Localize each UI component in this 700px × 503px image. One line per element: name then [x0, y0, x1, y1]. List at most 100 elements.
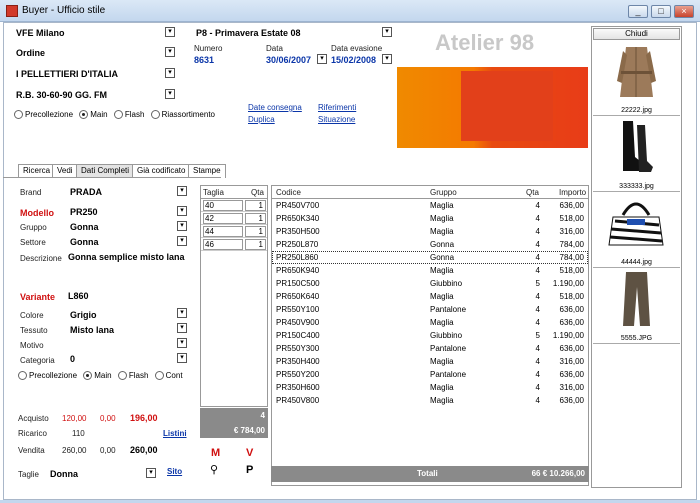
situation-link[interactable]: Situazione	[318, 115, 355, 124]
group-cell: Pantalone	[430, 344, 467, 353]
date-picker-button[interactable]: ▾	[317, 54, 327, 64]
table-row[interactable]: PR550Y300 Pantalone 4 636,00	[272, 342, 588, 355]
code-cell: PR550Y200	[276, 370, 320, 379]
close-images-button[interactable]: Chiudi	[593, 28, 680, 40]
form-radio-main[interactable]	[83, 371, 93, 381]
amount-cell: 518,00	[559, 292, 584, 301]
qty-cell: 5	[535, 279, 540, 288]
table-row[interactable]: PR250L870 Gonna 4 784,00	[272, 238, 588, 251]
tab-ricerca[interactable]: Ricerca	[18, 164, 56, 178]
qty-cell[interactable]: 1	[245, 213, 266, 224]
supplier-dropdown[interactable]: ▾	[165, 27, 175, 37]
qty-cell[interactable]: 1	[245, 239, 266, 250]
tab-vedi[interactable]: Vedi	[52, 164, 78, 178]
thumb-1[interactable]: 22222.jpg	[593, 41, 680, 116]
sector-value: Gonna	[70, 237, 99, 247]
form-radio-precollezione[interactable]	[18, 371, 27, 381]
delivery-dates-link[interactable]: Date consegna	[248, 103, 302, 112]
qty-cell: 4	[535, 357, 540, 366]
tab-dati-completi[interactable]: Dati Completi	[76, 164, 135, 178]
amount-cell: 636,00	[559, 305, 584, 314]
references-link[interactable]: Riferimenti	[318, 103, 356, 112]
price-lists-link[interactable]: Listini	[163, 429, 187, 438]
group-cell: Maglia	[430, 318, 454, 327]
group-cell: Maglia	[430, 292, 454, 301]
size-grid-row[interactable]: 46 1	[201, 238, 267, 251]
order-type-dropdown[interactable]: ▾	[165, 47, 175, 57]
form-radio-flash[interactable]	[117, 371, 127, 381]
sizes-dropdown[interactable]: ▾	[146, 468, 156, 478]
thumb-2[interactable]: 333333.jpg	[593, 117, 680, 192]
table-row[interactable]: PR550Y200 Pantalone 4 636,00	[272, 368, 588, 381]
sale-value-1: 260,00	[62, 446, 87, 455]
duplicate-link[interactable]: Duplica	[248, 115, 275, 124]
table-row[interactable]: PR150C500 Giubbino 5 1.190,00	[272, 277, 588, 290]
qty-cell[interactable]: 1	[245, 226, 266, 237]
size-grid-row[interactable]: 40 1	[201, 199, 267, 212]
minimize-button[interactable]: _	[628, 5, 648, 18]
radio-riassortimento[interactable]	[150, 110, 160, 120]
color-swatch-banner	[397, 67, 588, 148]
wand-icon[interactable]: ⚲	[210, 463, 218, 476]
category-label: Categoria	[20, 356, 55, 365]
motif-dropdown[interactable]: ▾	[177, 338, 187, 348]
table-row[interactable]: PR650K940 Maglia 4 518,00	[272, 264, 588, 277]
company-dropdown[interactable]: ▾	[165, 68, 175, 78]
amount-cell: 316,00	[559, 383, 584, 392]
radio-main[interactable]	[79, 110, 89, 120]
table-row[interactable]: PR650K640 Maglia 4 518,00	[272, 290, 588, 303]
thumb-4[interactable]: 5555.JPG	[593, 269, 680, 344]
fabric-dropdown[interactable]: ▾	[177, 323, 187, 333]
table-row[interactable]: PR150C400 Giubbino 5 1.190,00	[272, 329, 588, 342]
window-title: Buyer - Ufficio stile	[22, 5, 106, 16]
site-link[interactable]: Sito	[167, 467, 182, 476]
table-row[interactable]: PR450V700 Maglia 4 636,00	[272, 199, 588, 212]
table-row[interactable]: PR350H600 Maglia 4 316,00	[272, 381, 588, 394]
size-cell[interactable]: 46	[203, 239, 243, 250]
m-button[interactable]: M	[211, 447, 220, 459]
table-row[interactable]: PR450V900 Maglia 4 636,00	[272, 316, 588, 329]
color-dropdown[interactable]: ▾	[177, 308, 187, 318]
radio-precollezione[interactable]	[14, 110, 23, 120]
table-row[interactable]: PR450V800 Maglia 4 636,00	[272, 394, 588, 407]
form-radio-cont[interactable]	[154, 371, 164, 381]
amount-cell: 518,00	[559, 266, 584, 275]
table-row[interactable]: PR350H400 Maglia 4 316,00	[272, 355, 588, 368]
table-row[interactable]: PR250L860 Gonna 4 784,00	[272, 251, 588, 264]
size-grid-row[interactable]: 44 1	[201, 225, 267, 238]
maximize-button[interactable]: □	[651, 5, 671, 18]
sizes-value: Donna	[50, 469, 78, 479]
size-cell[interactable]: 44	[203, 226, 243, 237]
eval-date-picker-button[interactable]: ▾	[382, 54, 392, 64]
thumb-3[interactable]: 44444.jpg	[593, 193, 680, 268]
amount-cell: 636,00	[559, 396, 584, 405]
tab-stampe[interactable]: Stampe	[188, 164, 226, 178]
size-cell[interactable]: 40	[203, 200, 243, 211]
table-row[interactable]: PR550Y100 Pantalone 4 636,00	[272, 303, 588, 316]
code-cell: PR450V800	[276, 396, 320, 405]
v-button[interactable]: V	[246, 447, 253, 459]
model-dropdown[interactable]: ▾	[177, 206, 187, 216]
category-dropdown[interactable]: ▾	[177, 353, 187, 363]
close-button[interactable]: ×	[674, 5, 694, 18]
sector-dropdown[interactable]: ▾	[177, 236, 187, 246]
payment-dropdown[interactable]: ▾	[165, 89, 175, 99]
qty-cell[interactable]: 1	[245, 200, 266, 211]
grid-header-code: Codice	[276, 188, 301, 197]
group-cell: Maglia	[430, 396, 454, 405]
size-total-qty: 4	[260, 411, 265, 420]
coat-image	[617, 47, 656, 97]
tab-gia-codificato[interactable]: Già codificato	[132, 164, 191, 178]
season-dropdown[interactable]: ▾	[382, 27, 392, 37]
p-button[interactable]: P	[246, 464, 253, 476]
table-row[interactable]: PR650K340 Maglia 4 518,00	[272, 212, 588, 225]
table-row[interactable]: PR350H500 Maglia 4 316,00	[272, 225, 588, 238]
size-grid-header-size: Taglia	[203, 188, 224, 197]
boots-image	[623, 121, 653, 172]
size-grid-row[interactable]: 42 1	[201, 212, 267, 225]
size-cell[interactable]: 42	[203, 213, 243, 224]
radio-flash[interactable]	[113, 110, 123, 120]
brand-dropdown[interactable]: ▾	[177, 186, 187, 196]
group-dropdown[interactable]: ▾	[177, 221, 187, 231]
supplier-value: VFE Milano	[16, 28, 65, 38]
